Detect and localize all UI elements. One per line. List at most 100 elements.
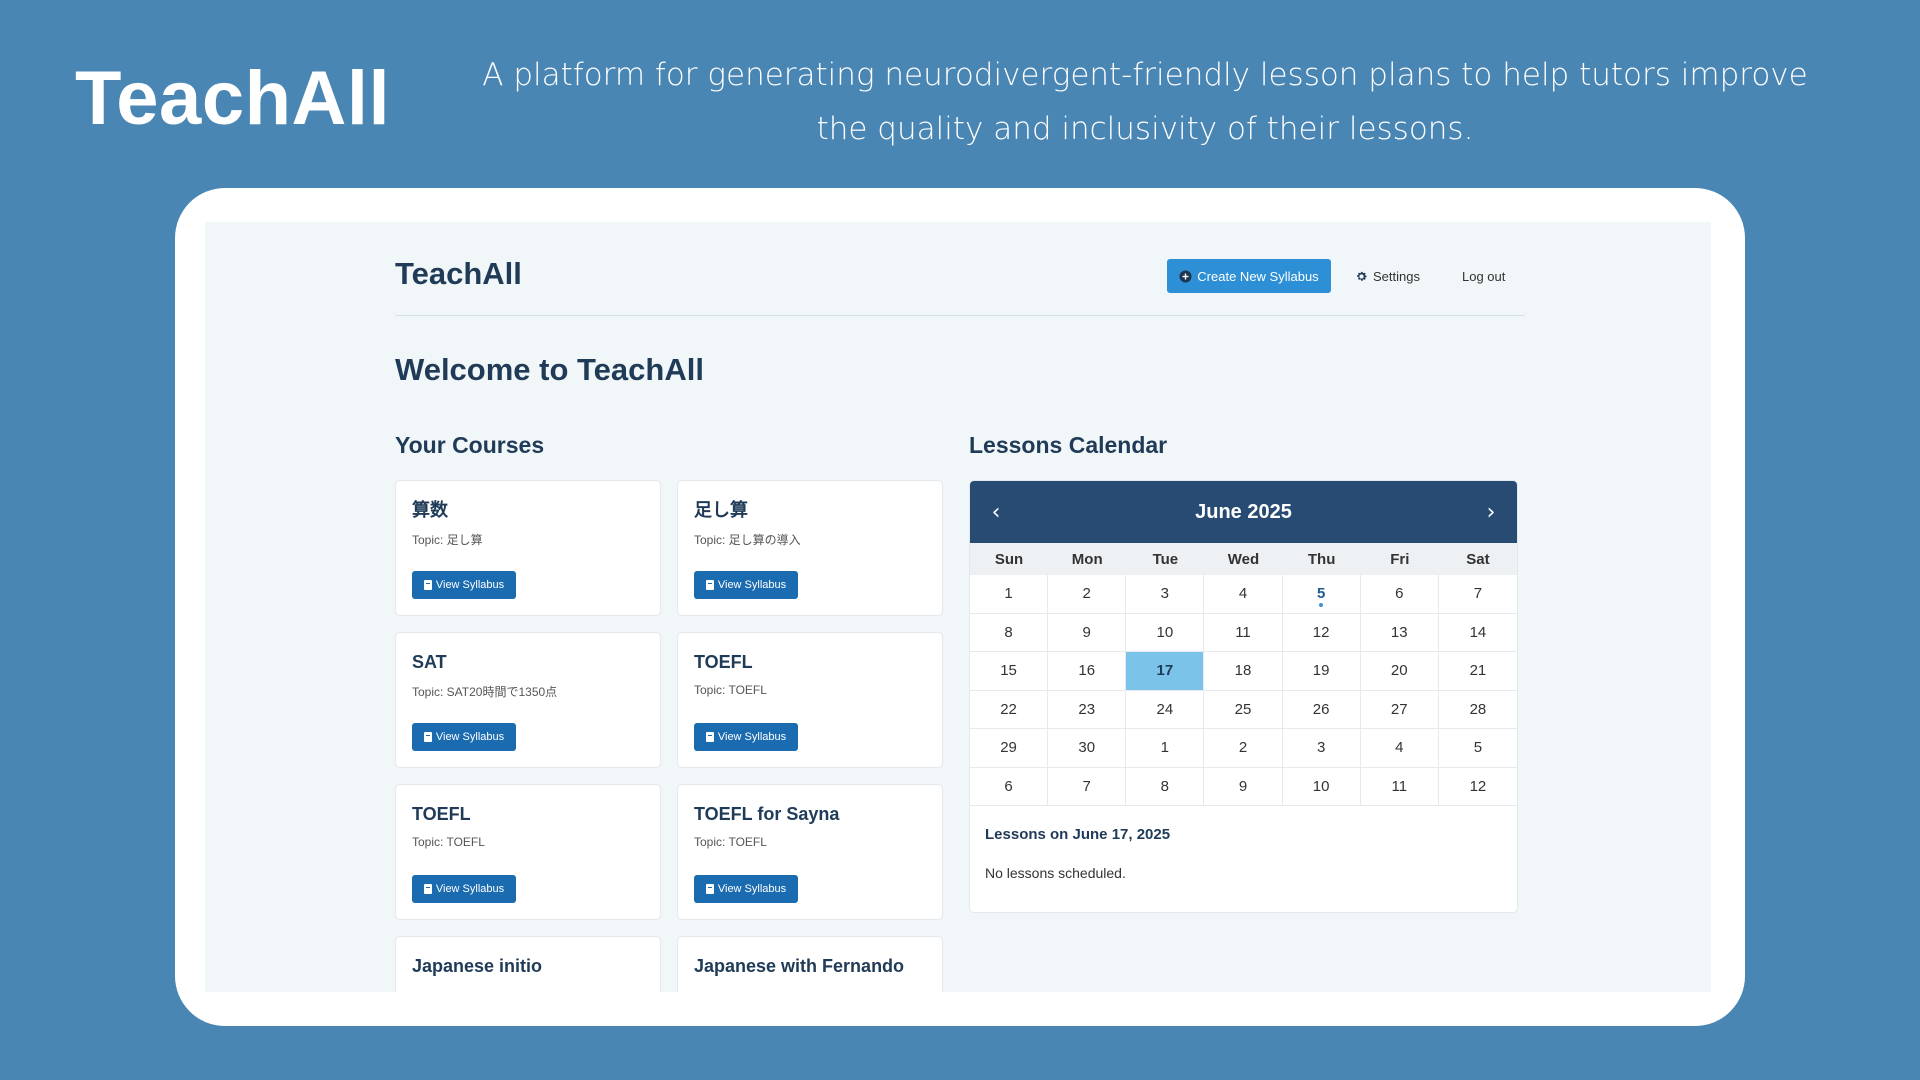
calendar-day-number: 21 xyxy=(1469,662,1487,680)
view-syllabus-label: View Syllabus xyxy=(717,579,787,591)
view-syllabus-button[interactable]: View Syllabus xyxy=(412,875,516,903)
page-title: Welcome to TeachAll xyxy=(395,352,704,387)
book-icon xyxy=(705,884,714,894)
calendar-day-number: 24 xyxy=(1156,700,1174,718)
calendar-day-number: 10 xyxy=(1156,623,1174,641)
calendar-day[interactable]: 4 xyxy=(1204,575,1283,614)
calendar-day[interactable]: 1 xyxy=(970,575,1049,614)
calendar-day[interactable]: 12 xyxy=(1438,768,1517,806)
view-syllabus-button[interactable]: View Syllabus xyxy=(694,723,798,751)
calendar-day-of-week: Sat xyxy=(1438,543,1517,575)
view-syllabus-label: View Syllabus xyxy=(435,731,505,743)
calendar-day[interactable]: 8 xyxy=(1126,767,1205,806)
view-syllabus-button[interactable]: View Syllabus xyxy=(694,875,798,903)
calendar-day[interactable]: 16 xyxy=(1048,652,1127,691)
calendar-day-number: 16 xyxy=(1078,662,1096,680)
create-new-syllabus-button[interactable]: Create New Syllabus xyxy=(1167,259,1331,293)
calendar-day[interactable]: 30 xyxy=(1048,729,1127,768)
calendar-day[interactable]: 2 xyxy=(1048,575,1127,614)
calendar-day[interactable]: 5 xyxy=(1438,729,1517,768)
calendar-day-number: 19 xyxy=(1312,662,1330,680)
settings-link[interactable]: Settings xyxy=(1355,259,1420,293)
view-syllabus-label: View Syllabus xyxy=(435,883,505,895)
calendar-day-number: 6 xyxy=(1395,585,1404,603)
calendar-day[interactable]: 10 xyxy=(1282,767,1361,806)
calendar-day-number: 6 xyxy=(1004,777,1013,795)
app-window: TeachAll Create New Syllabus Settings Lo… xyxy=(205,222,1711,992)
calendar-day-number: 3 xyxy=(1316,739,1326,757)
calendar-lessons-panel: Lessons on June 17, 2025 No lessons sche… xyxy=(970,806,1517,901)
calendar-day[interactable]: 11 xyxy=(1204,613,1283,652)
calendar-day[interactable]: 4 xyxy=(1360,729,1439,768)
calendar-day-of-week: Wed xyxy=(1204,543,1283,575)
plus-circle-icon xyxy=(1179,270,1192,282)
promo-title: TeachAll xyxy=(75,56,391,141)
calendar-day[interactable]: 3 xyxy=(1126,575,1205,614)
calendar-day[interactable]: 6 xyxy=(1360,575,1439,614)
calendar-day[interactable]: 11 xyxy=(1360,767,1439,806)
calendar-day[interactable]: 1 xyxy=(1126,729,1205,768)
calendar-day[interactable]: 9 xyxy=(1204,767,1283,806)
calendar-day[interactable]: 26 xyxy=(1282,690,1361,729)
course-card: Japanese with Fernando xyxy=(677,936,943,992)
calendar-day-number: 18 xyxy=(1234,662,1252,680)
lessons-status-text: No lessons scheduled. xyxy=(985,865,1126,881)
calendar-day-number: 15 xyxy=(1000,662,1017,680)
view-syllabus-button[interactable]: View Syllabus xyxy=(412,571,516,599)
calendar-day[interactable]: 25 xyxy=(1204,690,1283,729)
calendar-day[interactable]: 15 xyxy=(970,652,1049,691)
calendar-day[interactable]: 21 xyxy=(1438,652,1517,691)
calendar-day[interactable]: 10 xyxy=(1126,613,1205,652)
app-logo[interactable]: TeachAll xyxy=(395,256,522,292)
calendar-day-number: 12 xyxy=(1469,777,1487,795)
calendar-day[interactable]: 19 xyxy=(1282,652,1361,691)
calendar-day-number: 7 xyxy=(1082,777,1091,795)
calendar-day[interactable]: 14 xyxy=(1438,614,1517,652)
calendar-day-number: 5 xyxy=(1316,585,1326,603)
calendar-day-number: 8 xyxy=(1160,777,1170,795)
calendar-day-number: 23 xyxy=(1078,700,1096,718)
calendar-day[interactable]: 28 xyxy=(1438,691,1517,729)
course-name: TOEFL for Sayna xyxy=(694,804,840,824)
calendar-day-number: 3 xyxy=(1160,585,1170,603)
calendar-day[interactable]: 12 xyxy=(1282,613,1361,652)
calendar-day[interactable]: 13 xyxy=(1360,613,1439,652)
calendar-day-number: 26 xyxy=(1312,700,1330,718)
calendar-grid: Sun Mon Tue Wed Thu Fri Sat 1 2 3 4 5 6 7 8 9 10 11 12 13 14… xyxy=(970,543,1517,806)
calendar-day[interactable]: 17 xyxy=(1126,652,1205,691)
calendar-day-number: 2 xyxy=(1238,739,1248,757)
calendar-day[interactable]: 23 xyxy=(1048,690,1127,729)
lessons-date-title: Lessons on June 17, 2025 xyxy=(985,826,1171,843)
view-syllabus-button[interactable]: View Syllabus xyxy=(412,723,516,751)
calendar-day[interactable]: 8 xyxy=(970,613,1049,652)
lesson-dot-icon xyxy=(1319,602,1324,607)
calendar-day[interactable]: 3 xyxy=(1282,729,1361,768)
chevron-left-icon[interactable]: ‹ xyxy=(976,481,1016,543)
calendar-day-number: 4 xyxy=(1238,585,1248,603)
calendar-day-number: 11 xyxy=(1391,777,1408,795)
view-syllabus-button[interactable]: View Syllabus xyxy=(694,571,798,599)
calendar-day[interactable]: 7 xyxy=(1048,767,1127,806)
calendar-day[interactable]: 2 xyxy=(1204,729,1283,768)
calendar-day-number: 22 xyxy=(1000,700,1017,718)
calendar-day[interactable]: 20 xyxy=(1360,652,1439,691)
calendar-day-number: 29 xyxy=(1000,739,1017,757)
course-card: 足し算 Topic: 足し算の導入 View Syllabus xyxy=(677,480,943,616)
calendar-day[interactable]: 9 xyxy=(1048,613,1127,652)
calendar-day[interactable]: 29 xyxy=(970,729,1049,768)
logout-label: Log out xyxy=(1462,268,1506,284)
calendar-day-number: 11 xyxy=(1235,623,1251,641)
calendar-day[interactable]: 22 xyxy=(970,690,1049,729)
calendar-day[interactable]: 7 xyxy=(1438,575,1517,614)
calendar-day[interactable]: 5 xyxy=(1282,575,1361,614)
calendar-day[interactable]: 18 xyxy=(1204,652,1283,691)
calendar-day[interactable]: 24 xyxy=(1126,690,1205,729)
chevron-right-icon[interactable]: › xyxy=(1471,481,1511,543)
course-name: TOEFL xyxy=(412,804,471,824)
course-name: Japanese with Fernando xyxy=(694,956,905,976)
calendar-day[interactable]: 27 xyxy=(1360,690,1439,729)
calendar-day-number: 17 xyxy=(1156,662,1174,680)
logout-link[interactable]: Log out xyxy=(1462,259,1505,293)
course-name: SAT xyxy=(412,652,447,672)
calendar-day[interactable]: 6 xyxy=(970,767,1049,806)
